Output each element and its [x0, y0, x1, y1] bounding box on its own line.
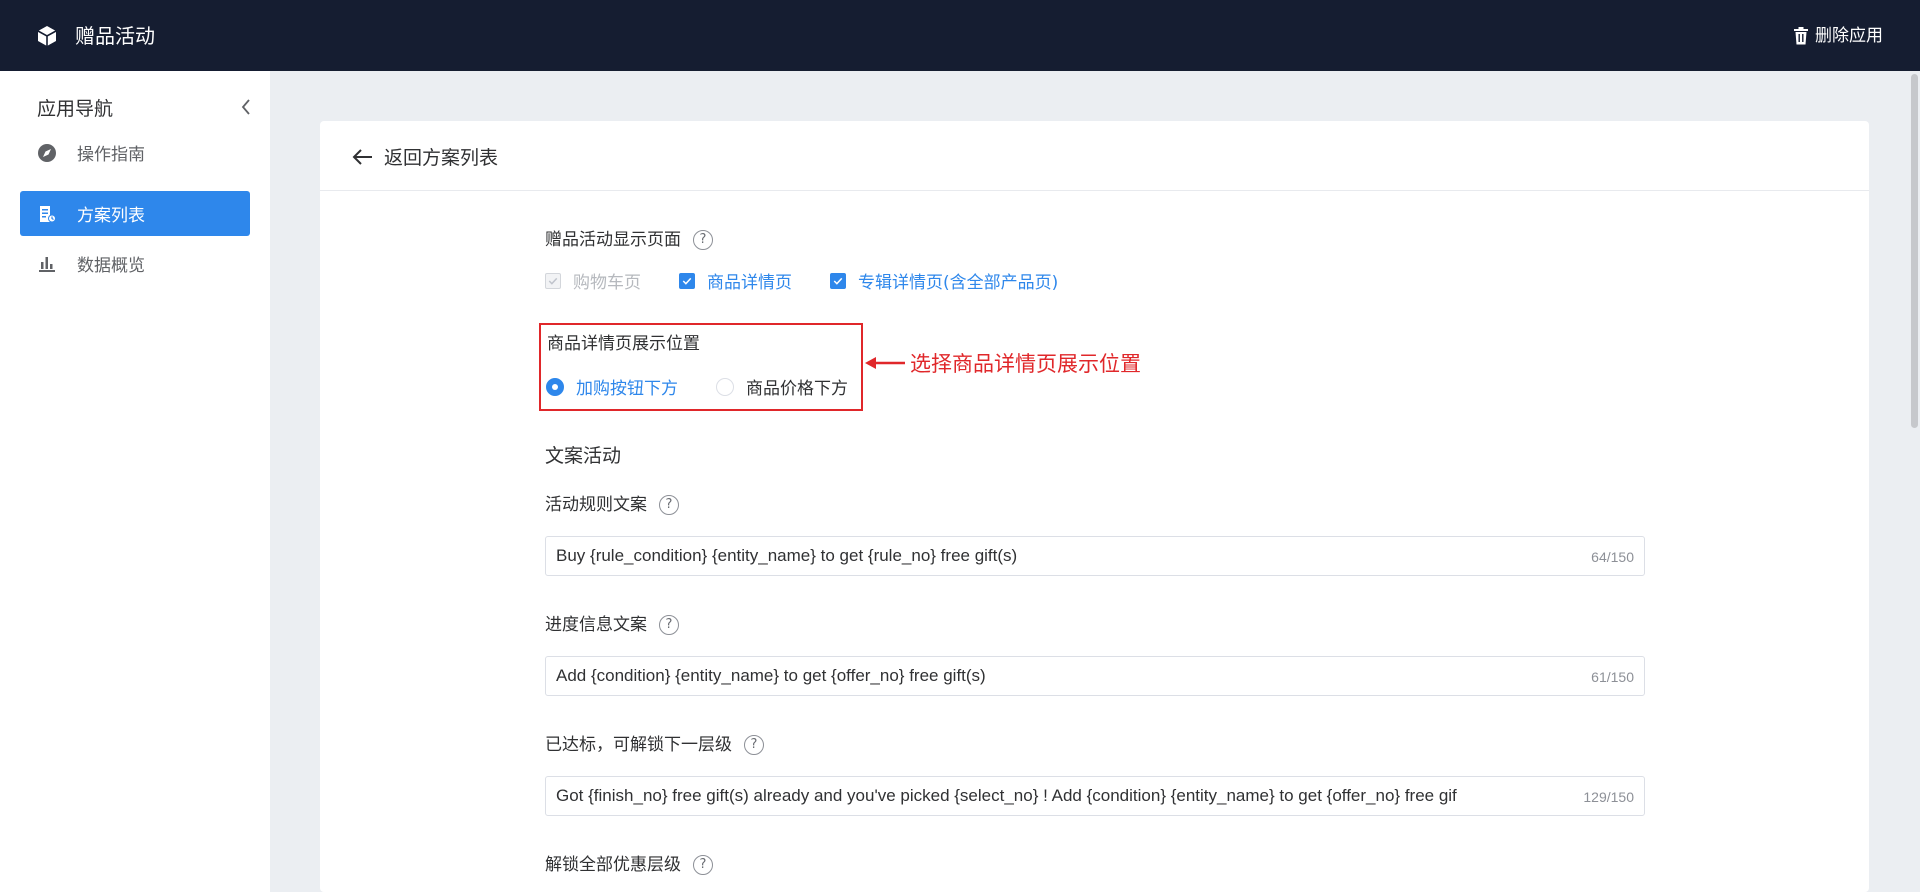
detail-position-options: 加购按钮下方 商品价格下方 — [546, 374, 848, 399]
checkbox-box — [830, 272, 846, 289]
compass-icon — [37, 143, 57, 163]
trash-icon — [1794, 27, 1808, 45]
back-label: 返回方案列表 — [384, 147, 499, 169]
checkbox-label: 商品详情页 — [707, 273, 792, 293]
radio-circle — [716, 377, 734, 396]
field-label: 活动规则文案 ? — [545, 494, 679, 516]
detail-position-highlight: 商品详情页展示位置 加购按钮下方 商品价格下方 — [539, 323, 863, 411]
sidebar-item-label: 操作指南 — [77, 145, 145, 165]
checkbox-album-detail-page[interactable]: 专辑详情页(含全部产品页) — [830, 268, 1058, 293]
input-value: Got {finish_no} free gift(s) already and… — [556, 786, 1457, 805]
arrow-left-icon — [352, 148, 372, 165]
section-title: 文案活动 — [545, 445, 622, 467]
field-label: 已达标，可解锁下一层级 ? — [545, 734, 764, 756]
help-icon[interactable]: ? — [693, 855, 713, 875]
sidebar-item-label: 数据概览 — [77, 256, 145, 276]
app-title: 赠品活动 — [75, 24, 155, 48]
rule-copy-input[interactable]: Buy {rule_condition} {entity_name} to ge… — [545, 536, 1645, 576]
field-label: 解锁全部优惠层级 ? — [545, 854, 713, 876]
card-header: 返回方案列表 — [320, 121, 1869, 191]
document-list-icon — [37, 204, 57, 224]
field-label: 进度信息文案 ? — [545, 614, 679, 636]
radio-circle — [546, 377, 564, 396]
checkbox-box — [545, 272, 561, 289]
checkbox-label: 购物车页 — [573, 273, 641, 293]
bar-chart-icon — [37, 254, 57, 274]
help-icon[interactable]: ? — [744, 735, 764, 755]
checkbox-label: 专辑详情页(含全部产品页) — [858, 273, 1059, 293]
annotation-callout: 选择商品详情页展示位置 — [865, 348, 1141, 378]
char-count: 64/150 — [1591, 549, 1634, 565]
char-count: 129/150 — [1583, 789, 1634, 805]
top-bar: 赠品活动 删除应用 — [0, 0, 1920, 71]
sidebar-item-plan-list[interactable]: 方案列表 — [20, 191, 250, 236]
radio-label: 商品价格下方 — [746, 379, 848, 399]
unlock-next-tier-input[interactable]: Got {finish_no} free gift(s) already and… — [545, 776, 1645, 816]
checkbox-product-detail-page[interactable]: 商品详情页 — [679, 268, 792, 293]
help-icon[interactable]: ? — [693, 230, 713, 250]
back-to-plan-list-link[interactable]: 返回方案列表 — [352, 143, 498, 170]
annotation-text: 选择商品详情页展示位置 — [910, 352, 1141, 376]
checkbox-box — [679, 272, 695, 289]
sidebar-item-guide[interactable]: 操作指南 — [20, 130, 250, 175]
arrow-left-annotation-icon — [865, 357, 905, 369]
radio-below-price[interactable]: 商品价格下方 — [716, 374, 848, 399]
sidebar-item-data-overview[interactable]: 数据概览 — [20, 241, 250, 286]
progress-copy-input[interactable]: Add {condition} {entity_name} to get {of… — [545, 656, 1645, 696]
delete-app-label: 删除应用 — [1815, 26, 1883, 46]
page-scrollbar[interactable] — [1909, 71, 1920, 892]
delete-app-button[interactable]: 删除应用 — [1793, 25, 1883, 47]
scrollbar-thumb[interactable] — [1911, 74, 1918, 428]
detail-position-label: 商品详情页展示位置 — [547, 334, 700, 354]
input-value: Buy {rule_condition} {entity_name} to ge… — [556, 546, 1018, 565]
sidebar-item-label: 方案列表 — [77, 206, 145, 226]
display-page-options: 购物车页 商品详情页 专辑详情页(含全部产品页) — [545, 268, 1096, 293]
radio-label: 加购按钮下方 — [576, 379, 678, 399]
checkbox-cart-page[interactable]: 购物车页 — [545, 268, 641, 293]
sidebar: 应用导航 操作指南 方案列表 数据概览 — [0, 71, 270, 892]
help-icon[interactable]: ? — [659, 495, 679, 515]
char-count: 61/150 — [1591, 669, 1634, 685]
content-card: 返回方案列表 赠品活动显示页面 ? 购物车页 商品详情页 专辑详情页(含全部产品… — [320, 121, 1869, 892]
help-icon[interactable]: ? — [659, 615, 679, 635]
radio-below-add-to-cart[interactable]: 加购按钮下方 — [546, 374, 678, 399]
display-page-label: 赠品活动显示页面 ? — [545, 229, 713, 251]
chevron-left-icon[interactable] — [238, 96, 254, 118]
cube-icon — [37, 26, 57, 46]
sidebar-title: 应用导航 — [37, 98, 114, 120]
input-value: Add {condition} {entity_name} to get {of… — [556, 666, 986, 685]
